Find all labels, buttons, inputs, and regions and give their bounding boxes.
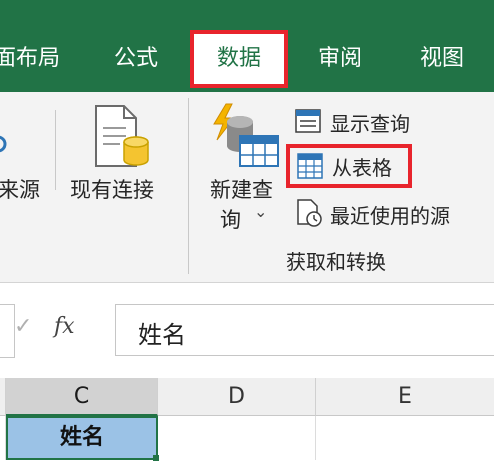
- get-data-button[interactable]: 来源: [0, 174, 40, 204]
- column-header-d[interactable]: D: [158, 378, 316, 416]
- cell-d1[interactable]: [158, 416, 316, 460]
- new-query-label[interactable]: 新建查: [210, 174, 273, 204]
- tab-view[interactable]: 视图: [420, 30, 464, 88]
- new-query-label-2[interactable]: 询: [220, 204, 241, 234]
- tab-formulas[interactable]: 公式: [114, 30, 158, 88]
- new-query-icon: [213, 103, 279, 167]
- show-queries-icon: [295, 109, 321, 133]
- formula-input[interactable]: 姓名: [115, 304, 494, 356]
- fx-icon[interactable]: fx: [54, 314, 75, 339]
- show-queries-button[interactable]: 显示查询: [330, 108, 410, 137]
- formula-bar: ✓ fx 姓名: [0, 298, 494, 362]
- recent-sources-icon: [297, 199, 322, 227]
- group-label-get-transform: 获取和转换: [286, 250, 386, 274]
- fill-handle[interactable]: [153, 455, 159, 461]
- existing-connections-button[interactable]: 现有连接: [70, 174, 154, 204]
- ribbon-tab-bar: 面布局 公式 数据 审阅 视图: [0, 0, 494, 92]
- tab-data[interactable]: 数据: [190, 30, 288, 88]
- recent-sources-button[interactable]: 最近使用的源: [330, 200, 450, 229]
- column-header-c[interactable]: C: [6, 378, 158, 416]
- worksheet-grid: C D E 姓名: [0, 378, 494, 461]
- chevron-down-icon[interactable]: ⌄: [254, 202, 267, 221]
- tab-review[interactable]: 审阅: [318, 30, 362, 88]
- cell-c1-selected[interactable]: 姓名: [6, 416, 158, 460]
- ribbon-divider: [55, 110, 56, 190]
- existing-connections-icon: [95, 105, 149, 167]
- cell-e1[interactable]: [316, 416, 494, 460]
- ribbon-panel: 来源 现有连接 新建查 询 ⌄ 显示查询 从表格 最近使用的源 获取和转换: [0, 92, 494, 283]
- check-icon[interactable]: ✓: [14, 314, 32, 339]
- column-header-e[interactable]: E: [316, 378, 494, 416]
- formula-value: 姓名: [138, 321, 186, 349]
- table-icon: [297, 153, 323, 179]
- ribbon-divider: [188, 98, 189, 274]
- name-box[interactable]: [0, 304, 15, 358]
- tab-page-layout[interactable]: 面布局: [0, 30, 60, 88]
- data-source-icon: [0, 135, 7, 153]
- from-table-button[interactable]: 从表格: [332, 152, 392, 181]
